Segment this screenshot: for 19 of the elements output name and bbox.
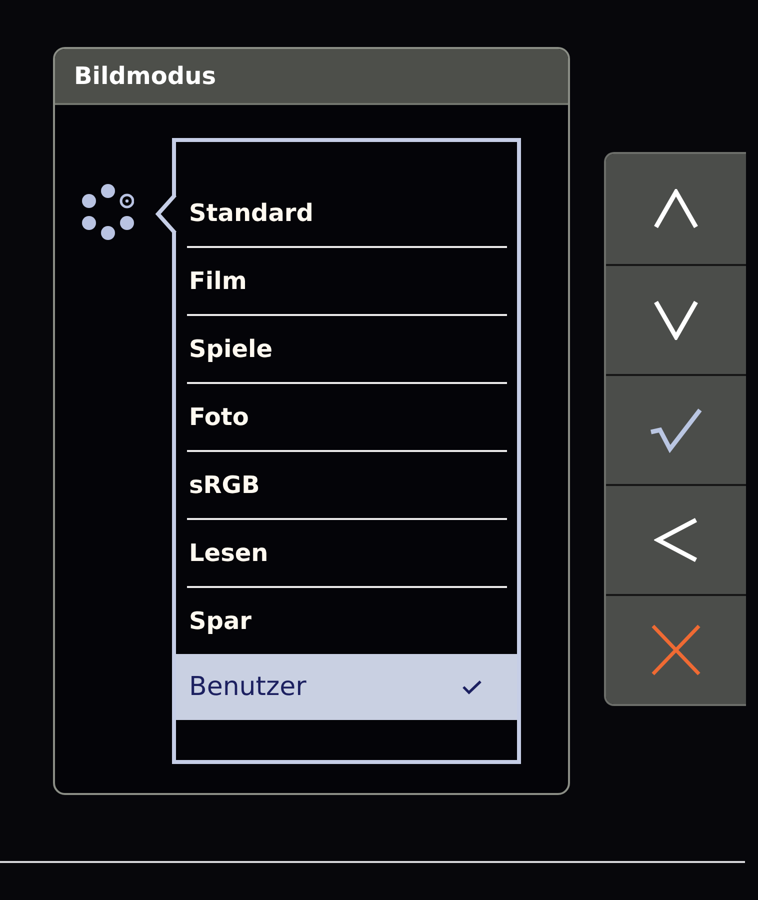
caret-up-icon: [653, 189, 699, 229]
menu-item[interactable]: Film: [176, 248, 517, 314]
caret-down-icon: [653, 300, 699, 340]
confirm-button[interactable]: [606, 374, 746, 484]
menu-item[interactable]: Lesen: [176, 520, 517, 586]
menu-item[interactable]: sRGB: [176, 452, 517, 518]
caret-left-icon: [654, 517, 698, 563]
menu-item[interactable]: Foto: [176, 384, 517, 450]
menu-item[interactable]: Standard: [176, 180, 517, 246]
back-button[interactable]: [606, 484, 746, 594]
down-button[interactable]: [606, 264, 746, 374]
check-icon: [650, 407, 702, 453]
menu-item[interactable]: Benutzer: [176, 654, 517, 720]
menu-title: Bildmodus: [74, 61, 216, 91]
up-button[interactable]: [606, 154, 746, 264]
close-icon: [651, 624, 701, 676]
menu-item[interactable]: Spiele: [176, 316, 517, 382]
dot-ring-icon: [82, 184, 134, 240]
menu-item[interactable]: Spar: [176, 588, 517, 654]
